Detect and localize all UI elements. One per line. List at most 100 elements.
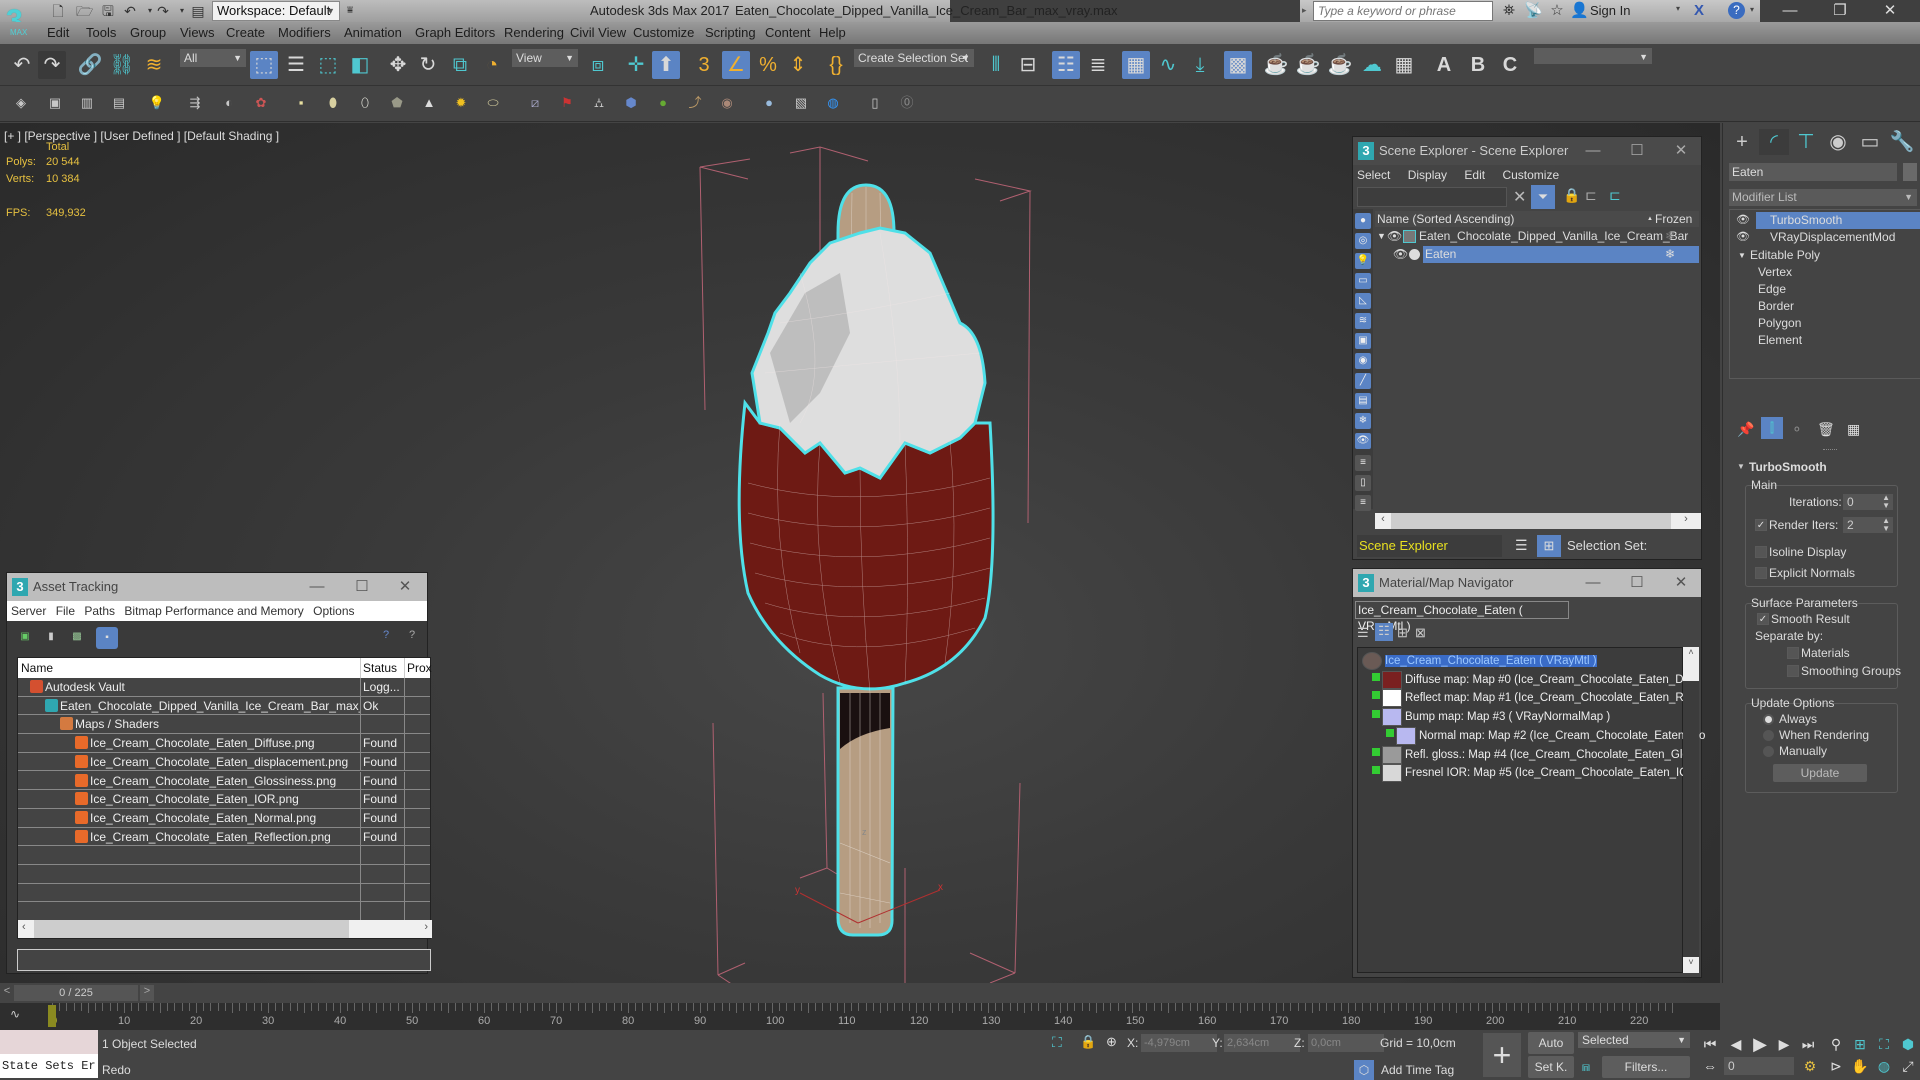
vray-frame-buffer-icon[interactable]: ◈ (12, 94, 30, 112)
maximize-icon[interactable]: ☐ (1617, 137, 1657, 165)
sub-object-polygon[interactable]: Polygon (1758, 315, 1920, 332)
menu-paths[interactable]: Paths (84, 604, 115, 618)
undo-icon[interactable]: ↶ (122, 3, 138, 19)
asset-row[interactable]: Ice_Cream_Chocolate_Eaten_Reflection.png… (18, 827, 430, 847)
field-of-view-icon[interactable]: ⊳ (1826, 1056, 1846, 1076)
scroll-left-icon[interactable]: ‹ (1375, 513, 1391, 529)
scene-search-input[interactable] (1357, 187, 1507, 207)
next-frame-icon[interactable]: ▶ (1774, 1034, 1794, 1054)
autodesk-exchange-icon[interactable]: X (1690, 2, 1708, 20)
map-item[interactable]: Diffuse map: Map #0 (Ice_Cream_Chocolate… (1372, 670, 1692, 689)
space-warps-filter-icon[interactable]: ≋ (1355, 313, 1371, 329)
bind-to-space-warp-icon[interactable]: ≋ (140, 51, 168, 79)
key-filters-button[interactable]: Filters... (1602, 1056, 1690, 1078)
select-manipulate-icon[interactable]: ✛ (622, 51, 650, 79)
iterations-spinner[interactable]: 0 ▲ ▼ (1843, 494, 1893, 510)
vray-sphere-fade-icon[interactable]: ◐ (220, 94, 238, 112)
spinner-arrows-icon[interactable]: ▲ ▼ (1882, 517, 1890, 533)
asset-row[interactable]: Ice_Cream_Chocolate_Eaten_Glossiness.png… (18, 771, 430, 791)
select-by-name-icon[interactable]: ☰ (282, 51, 310, 79)
show-end-result-icon[interactable]: ⫿ (1761, 417, 1783, 439)
map-item[interactable]: Bump map: Map #3 ( VRayNormalMap ) (1372, 708, 1692, 727)
maximize-viewport-icon[interactable]: ⤢ (1898, 1056, 1918, 1076)
key-filter-dropdown[interactable]: Selected ▼ (1578, 1032, 1690, 1048)
menu-rendering[interactable]: Rendering (504, 25, 564, 40)
scene-tree-row-selected[interactable]: 👁 Eaten ❄ (1375, 246, 1699, 263)
mini-curve-editor-icon[interactable]: ∿ (10, 1007, 20, 1021)
edit-named-selection-icon[interactable]: {} (822, 51, 850, 79)
zoom-all-icon[interactable]: ⊞ (1850, 1034, 1870, 1054)
minimize-icon[interactable]: — (297, 573, 337, 601)
close-icon[interactable]: ✕ (1661, 569, 1701, 597)
asset-path-field[interactable] (17, 949, 431, 971)
render-iters-spinner[interactable]: 2 ▲ ▼ (1843, 517, 1893, 533)
menu-animation[interactable]: Animation (344, 25, 402, 40)
update-always-radio[interactable] (1763, 714, 1774, 725)
add-time-tag-button[interactable]: Add Time Tag (1381, 1063, 1454, 1077)
snaps-toggle-icon[interactable]: 3 (690, 51, 718, 79)
render-preset-b-icon[interactable]: B (1464, 51, 1492, 79)
save-file-icon[interactable]: 🖫 (100, 3, 116, 19)
col-frozen[interactable]: Frozen (1655, 211, 1692, 227)
menu-views[interactable]: Views (180, 25, 214, 40)
close-icon[interactable]: ✕ (385, 573, 425, 601)
visibility-eye-icon[interactable]: 👁 (1387, 228, 1402, 245)
go-to-start-icon[interactable]: ⏮ (1700, 1034, 1720, 1054)
select-and-link-icon[interactable]: 🔗 (76, 51, 104, 79)
percent-snap-toggle-icon[interactable]: % (754, 51, 782, 79)
scene-tree-row[interactable]: ▼ 👁 Eaten_Chocolate_Dipped_Vanilla_Ice_C… (1375, 228, 1699, 245)
horizontal-scrollbar[interactable]: ‹ › (1375, 513, 1701, 529)
object-name-field[interactable]: Eaten (1729, 163, 1897, 181)
scroll-up-icon[interactable]: ˄ (1683, 647, 1699, 681)
open-file-icon[interactable]: 🗁 (76, 3, 93, 19)
sub-object-edge[interactable]: Edge (1758, 281, 1920, 298)
redo-dropdown-icon[interactable]: ▾ (174, 3, 190, 19)
time-configuration-icon[interactable]: ⚙ (1800, 1056, 1820, 1076)
menu-help[interactable]: Help (819, 25, 846, 40)
vray-ambient-light-icon[interactable]: ▲ (420, 94, 438, 112)
menu-group[interactable]: Group (130, 25, 166, 40)
menu-bitmap-performance[interactable]: Bitmap Performance and Memory (124, 604, 303, 618)
scroll-right-icon[interactable]: › (424, 921, 428, 933)
y-coordinate-field[interactable]: 2,634cm (1224, 1034, 1300, 1052)
clear-search-icon[interactable]: ✕ (1513, 187, 1526, 207)
menu-edit[interactable]: Edit (1464, 168, 1485, 182)
smoothing-groups-checkbox[interactable] (1787, 665, 1799, 677)
containers-filter-icon[interactable]: ▤ (1355, 393, 1371, 409)
shapes-filter-icon[interactable]: ◎ (1355, 233, 1371, 249)
layer-explorer-icon[interactable]: ≣ (1084, 51, 1112, 79)
vray-help-icon[interactable]: ⓪ (898, 94, 916, 112)
modifier-stack-item[interactable]: 👁 VRayDisplacementMod (1734, 229, 1920, 246)
expand-arrow-icon[interactable]: ▼ (1738, 247, 1746, 264)
vray-clipper-icon[interactable]: ● (654, 94, 672, 112)
modifier-visibility-eye-icon[interactable]: 👁 (1736, 229, 1750, 246)
render-setup-icon[interactable]: ☕ (1262, 51, 1290, 79)
asset-row[interactable]: Ice_Cream_Chocolate_Eaten_displacement.p… (18, 752, 430, 772)
auto-key-button[interactable]: Auto (1528, 1032, 1574, 1054)
selection-lock-icon[interactable]: 🔒 (1080, 1034, 1096, 1050)
key-mode-toggle-icon[interactable]: ⇔ (1700, 1056, 1720, 1076)
vray-ies-light-icon[interactable]: ⬟ (388, 94, 406, 112)
vray-plane-light-icon[interactable]: ▪ (292, 94, 310, 112)
maxscript-mini-listener[interactable] (0, 1030, 98, 1054)
set-key-button[interactable]: Set K. (1528, 1056, 1574, 1078)
layers-icon[interactable]: ☰ (1515, 537, 1528, 554)
sign-in-dropdown-icon[interactable]: ▾ (1676, 4, 1680, 13)
isoline-display-checkbox[interactable] (1755, 546, 1767, 558)
sub-object-element[interactable]: Element (1758, 332, 1920, 349)
update-button[interactable]: Update (1773, 764, 1867, 782)
redo-icon[interactable]: ↷ (38, 51, 66, 79)
menu-customize[interactable]: Customize (633, 25, 694, 40)
binoculars-search-icon[interactable]: ⛯ (1500, 2, 1518, 20)
bones-filter-icon[interactable]: ╱ (1355, 373, 1371, 389)
scroll-down-icon[interactable]: ˅ (1683, 957, 1699, 973)
geometry-filter-icon[interactable]: ● (1355, 213, 1371, 229)
scroll-right-icon[interactable]: › (1671, 513, 1701, 529)
tree-view-icon[interactable]: ▩ (69, 629, 85, 645)
vray-render-icon[interactable]: ▣ (46, 94, 64, 112)
menu-display[interactable]: Display (1408, 168, 1447, 182)
map-item[interactable]: Fresnel IOR: Map #5 (Ice_Cream_Chocolate… (1372, 764, 1692, 783)
selection-filter-dropdown[interactable]: All ▼ (180, 49, 246, 67)
toggle-ribbon-icon[interactable]: ▦ (1122, 51, 1150, 79)
search-input[interactable] (1313, 1, 1493, 21)
